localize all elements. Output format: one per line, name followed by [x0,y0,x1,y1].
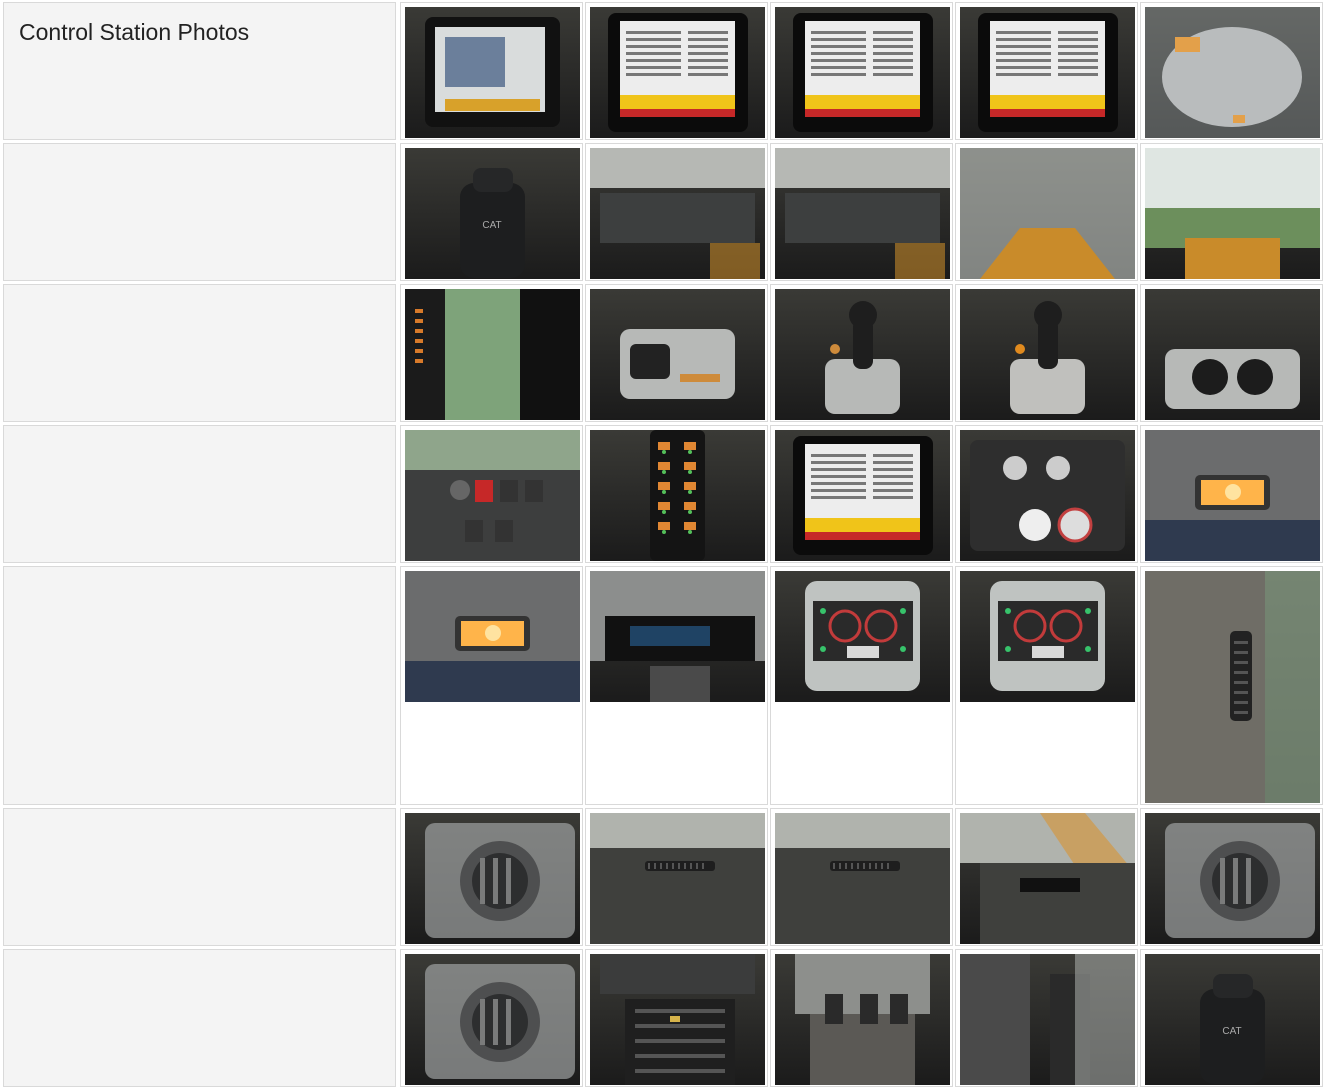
operator-seat-photo[interactable]: CATOperator seat [1145,954,1320,1085]
operator-seat-photo[interactable]: CATOperator seat from front [405,148,580,279]
empty-label-cell [3,949,396,1087]
photo-cell: Cab door [400,284,583,422]
info-display-screen-photo[interactable]: Display with temperature and voltage [775,430,950,561]
camera-display-screen-photo[interactable]: Display screen showing rear camera view [405,7,580,138]
cup-holder-photo[interactable]: Cup holders [1145,289,1320,420]
photo-cell: Dash defrost vent angled [770,808,953,946]
empty-label-cell [3,808,396,946]
air-vent-photo[interactable]: Closed round vent [405,954,580,1085]
photo-cell: Vertical air vent on pillar [1140,566,1323,805]
photo-cell: Instrument cluster lit [955,566,1138,805]
photo-cell: Rear cab window [1140,143,1323,281]
photo-cell: Joystick with switches [955,284,1138,422]
dome-light-photo[interactable]: Dome light lit [1145,430,1320,561]
dome-light-photo[interactable]: Dome light close-up [405,571,580,702]
section-label-cell: Control Station Photos [3,2,396,140]
photo-cell: Display screen with Aftertreatment info [770,2,953,140]
photo-cell: Cab headliner with dome lights [1140,2,1323,140]
air-vent-photo[interactable]: Vertical air vent on pillar [1145,571,1320,803]
hvac-controls-photo[interactable]: HVAC control knobs [960,430,1135,561]
instrument-cluster-photo[interactable]: Instrument cluster [775,571,950,702]
photo-cell: Switch panel [400,425,583,563]
photo-cell: Seat side view [955,949,1138,1087]
photo-cell: Armrest console [585,284,768,422]
empty-label-cell [3,284,396,422]
keypad-photo[interactable]: Keypad with indicators [590,430,765,561]
photo-cell: Display screen with Engine info [955,2,1138,140]
svg-text:CAT: CAT [1222,1026,1241,1037]
photo-cell: Windshield view [955,143,1138,281]
cab-pillar-photo[interactable]: Cab pillar and console [775,148,950,279]
seat-base-photo[interactable]: Seat base suspension [590,954,765,1085]
photo-cell: Seat base suspension [585,949,768,1087]
radio-photo[interactable]: Radio unit [590,571,765,702]
switch-panel-photo[interactable]: Switch panel [405,430,580,561]
photo-cell: Dome light close-up [400,566,583,805]
floor-pedals-photo[interactable]: Floor pedals [775,954,950,1085]
air-vent-photo[interactable]: Dash defrost vent [590,813,765,944]
photo-cell: CATOperator seat from front [400,143,583,281]
photo-cell: Dashboard panel [585,143,768,281]
info-display-screen-photo[interactable]: Display screen with Aftertreatment info [775,7,950,138]
joystick-photo[interactable]: Joystick control [775,289,950,420]
cab-door-photo[interactable]: Cab door [405,289,580,420]
photo-cell: Radio unit [585,566,768,805]
dash-panel-photo[interactable]: Dashboard panel [590,148,765,279]
cab-rear-window-photo[interactable]: Rear cab window [1145,148,1320,279]
section-title: Control Station Photos [19,19,250,45]
info-display-screen-photo[interactable]: Display screen with Engine info [960,7,1135,138]
photo-cell: Dash defrost vent [585,808,768,946]
svg-text:CAT: CAT [482,220,501,231]
air-vent-photo[interactable]: Dash defrost vent angled [775,813,950,944]
photo-grid: Control Station Photos Display screen sho… [0,0,1328,1088]
photo-cell: Display screen with Transmission info [585,2,768,140]
photo-cell: HVAC control knobs [955,425,1138,563]
windshield-photo[interactable]: Windshield view [960,148,1135,279]
photo-cell: CATOperator seat [1140,949,1323,1087]
photo-cell: Joystick control [770,284,953,422]
photo-cell: Display screen showing rear camera view [400,2,583,140]
seat-side-photo[interactable]: Seat side view [960,954,1135,1085]
instrument-cluster-photo[interactable]: Instrument cluster lit [960,571,1135,702]
photo-cell: Round vent on panel [1140,808,1323,946]
joystick-photo[interactable]: Joystick with switches [960,289,1135,420]
cab-headliner-light-photo[interactable]: Cab headliner with dome lights [1145,7,1320,138]
photo-cell: Closed round vent [400,949,583,1087]
photo-cell: Round air vent [400,808,583,946]
empty-label-cell [3,566,396,805]
storage-tray-photo[interactable]: Storage tray [960,813,1135,944]
info-display-screen-photo[interactable]: Display screen with Transmission info [590,7,765,138]
armrest-photo[interactable]: Armrest console [590,289,765,420]
photo-cell: Dome light lit [1140,425,1323,563]
air-vent-photo[interactable]: Round vent on panel [1145,813,1320,944]
empty-label-cell [3,425,396,563]
photo-cell: Display with temperature and voltage [770,425,953,563]
photo-cell: Floor pedals [770,949,953,1087]
air-vent-photo[interactable]: Round air vent [405,813,580,944]
photo-cell: Cab pillar and console [770,143,953,281]
photo-cell: Keypad with indicators [585,425,768,563]
photo-cell: Instrument cluster [770,566,953,805]
photo-cell: Storage tray [955,808,1138,946]
photo-cell: Cup holders [1140,284,1323,422]
empty-label-cell [3,143,396,281]
